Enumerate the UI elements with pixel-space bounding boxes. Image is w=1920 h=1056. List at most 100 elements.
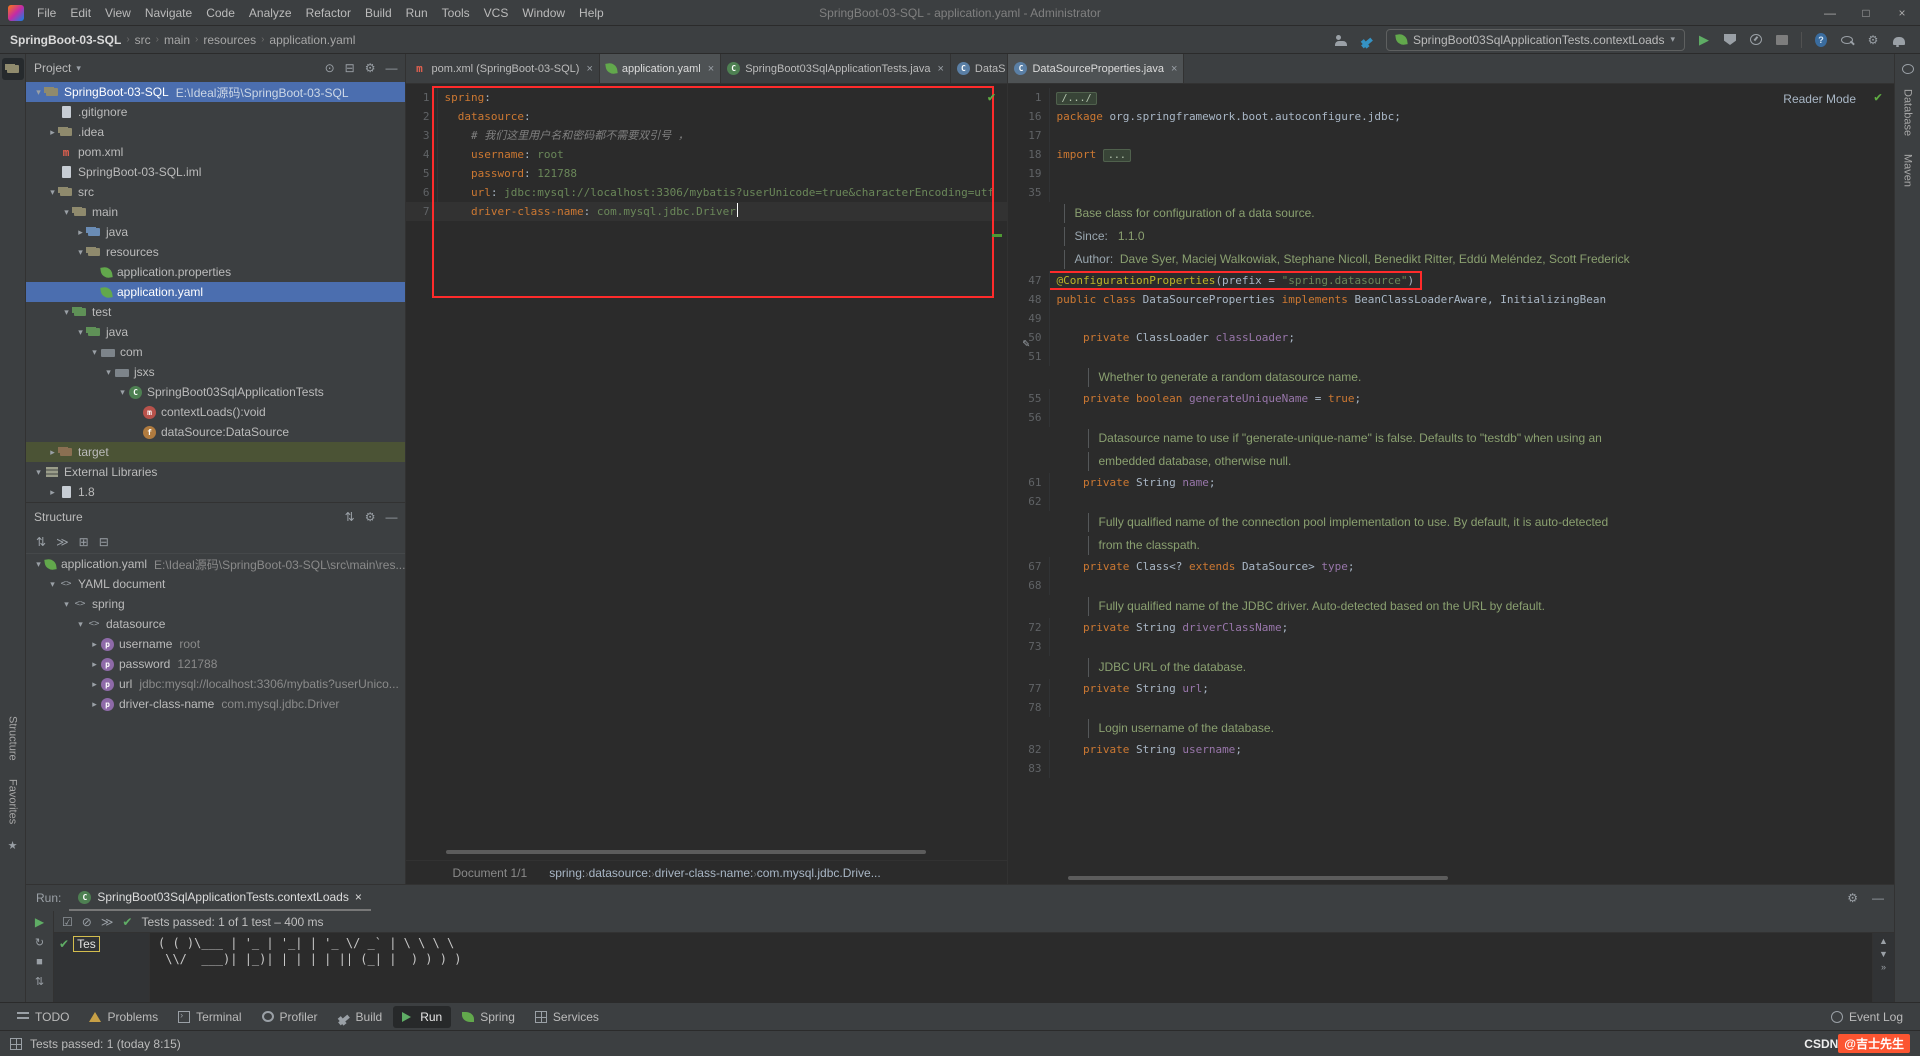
toolwindow-profiler[interactable]: Profiler <box>253 1006 327 1028</box>
database-icon[interactable] <box>1897 58 1919 80</box>
project-tree-item[interactable]: ▾ jsxs <box>26 362 405 382</box>
chevron-right-icon[interactable]: ▸ <box>88 679 101 690</box>
chevron-down-icon[interactable]: ▾ <box>60 307 73 318</box>
project-tree-item[interactable]: ▾ com <box>26 342 405 362</box>
toolwindow-build[interactable]: Build <box>329 1006 392 1028</box>
chevron-down-icon[interactable]: ▾ <box>32 87 45 98</box>
close-tab-icon[interactable]: × <box>355 890 362 904</box>
menu-analyze[interactable]: Analyze <box>242 2 299 24</box>
menu-refactor[interactable]: Refactor <box>299 2 358 24</box>
user-icon[interactable] <box>1330 29 1352 51</box>
test-tree-item[interactable]: ✔ Tes <box>59 936 144 952</box>
notifications-button[interactable] <box>1888 29 1910 51</box>
stripe-button-database[interactable]: Database <box>1902 80 1914 145</box>
toolwindow-terminal[interactable]: Terminal <box>169 1006 250 1028</box>
menu-vcs[interactable]: VCS <box>477 2 516 24</box>
menu-navigate[interactable]: Navigate <box>138 2 199 24</box>
chevron-down-icon[interactable]: ▾ <box>76 63 81 74</box>
structure-tree-item[interactable]: ▾ application.yaml E:\Ideal源码\SpringBoot-0… <box>26 554 405 574</box>
stripe-button-project[interactable] <box>1 58 24 80</box>
chevron-down-icon[interactable]: ▾ <box>74 327 87 338</box>
chevron-down-icon[interactable]: ▾ <box>60 207 73 218</box>
search-everywhere-button[interactable] <box>1836 29 1858 51</box>
stop-icon[interactable]: ■ <box>36 956 43 968</box>
coverage-button[interactable] <box>1719 29 1741 51</box>
rerun-button[interactable]: ▶ <box>35 915 44 929</box>
expand-all-icon[interactable]: ≫ <box>56 535 69 549</box>
project-tree-item[interactable]: ▾ External Libraries <box>26 462 405 482</box>
chevron-down-icon[interactable]: ▾ <box>32 467 45 478</box>
close-tab-icon[interactable]: × <box>937 63 943 75</box>
toolwindow-services[interactable]: Services <box>526 1006 608 1028</box>
collapse-all-icon[interactable]: ⊟ <box>345 61 355 75</box>
project-tree-item[interactable]: SpringBoot-03-SQL.iml <box>26 162 405 182</box>
toolwindow-event-log[interactable]: Event Log <box>1822 1006 1912 1028</box>
structure-tree-item[interactable]: ▸ p password 121788 <box>26 654 405 674</box>
structure-tree-item[interactable]: ▾ <> YAML document <box>26 574 405 594</box>
project-tree-item[interactable]: ▸ java <box>26 222 405 242</box>
chevron-right-icon[interactable]: ▸ <box>46 487 59 498</box>
project-tree-item[interactable]: application.properties <box>26 262 405 282</box>
structure-tree-item[interactable]: ▸ p driver-class-name com.mysql.jdbc.Driver <box>26 694 405 714</box>
stripe-button-structure[interactable]: Structure <box>7 707 19 770</box>
chevron-down-icon[interactable]: ▾ <box>46 187 59 198</box>
editor-tab[interactable]: application.yaml × <box>599 54 722 83</box>
chevron-right-icon[interactable]: ▸ <box>88 659 101 670</box>
more-icon[interactable]: » <box>1881 962 1886 972</box>
breadcrumb-item[interactable]: src <box>135 33 151 47</box>
project-tree-item[interactable]: m pom.xml <box>26 142 405 162</box>
menu-tools[interactable]: Tools <box>435 2 477 24</box>
editor-breadcrumb-item[interactable]: spring: <box>549 866 585 880</box>
breadcrumb-item[interactable]: SpringBoot-03-SQL <box>10 33 121 47</box>
edit-pencil-icon[interactable]: ✎ <box>1022 336 1029 350</box>
inspection-ok-icon[interactable]: ✔ <box>1874 90 1882 105</box>
java-editor[interactable]: Reader Mode ✔ 1/.../16 package org.spring… <box>1008 84 1894 884</box>
show-ignored-icon[interactable]: ⊘ <box>82 915 92 929</box>
favorites-star-icon[interactable]: ★ <box>8 839 18 852</box>
editor-breadcrumb-item[interactable]: com.mysql.jdbc.Drive... <box>757 866 881 880</box>
hide-panel-icon[interactable]: — <box>385 61 397 75</box>
close-button[interactable]: × <box>1884 2 1920 24</box>
sort-icon[interactable]: ⇅ <box>345 510 355 524</box>
project-tree-item[interactable]: ▾ SpringBoot-03-SQL E:\Ideal源码\SpringBoot-… <box>26 82 406 102</box>
chevron-right-icon[interactable]: ▸ <box>46 447 59 458</box>
stop-button[interactable] <box>1771 29 1793 51</box>
menu-window[interactable]: Window <box>515 2 572 24</box>
menu-run[interactable]: Run <box>399 2 435 24</box>
stripe-button-favorites[interactable]: Favorites <box>7 770 19 833</box>
menu-code[interactable]: Code <box>199 2 242 24</box>
editor-tab[interactable]: m pom.xml (SpringBoot-03-SQL) × <box>406 54 600 83</box>
hide-panel-icon[interactable]: — <box>1872 891 1884 905</box>
editor-breadcrumb-item[interactable]: driver-class-name: <box>655 866 754 880</box>
menu-edit[interactable]: Edit <box>63 2 98 24</box>
menu-help[interactable]: Help <box>572 2 611 24</box>
stripe-button-maven[interactable]: Maven <box>1902 145 1914 196</box>
project-tree-item[interactable]: ▸ 1.8 <box>26 482 405 502</box>
chevron-right-icon[interactable]: ▸ <box>46 127 59 138</box>
breadcrumb-item[interactable]: main <box>164 33 190 47</box>
locate-file-icon[interactable]: ⊙ <box>325 61 335 75</box>
project-tree-item[interactable]: ▾ main <box>26 202 405 222</box>
toolwindow-todo[interactable]: TODO <box>8 1006 78 1028</box>
project-tree-item[interactable]: ▾ src <box>26 182 405 202</box>
chevron-right-icon[interactable]: ▸ <box>88 699 101 710</box>
editor-tab[interactable]: CDataS▾ <box>951 54 1008 83</box>
inspection-ok-icon[interactable]: ✔ <box>988 90 996 105</box>
project-tree-item[interactable]: ▸ target <box>26 442 406 462</box>
show-passed-icon[interactable]: ☑ <box>62 915 73 929</box>
editor-tab[interactable]: C DataSourceProperties.java × <box>1008 54 1185 83</box>
settings-button[interactable]: ⚙ <box>1862 29 1884 51</box>
project-tree-item[interactable]: ▾ java <box>26 322 405 342</box>
build-hammer-icon[interactable] <box>1356 29 1378 51</box>
minimize-button[interactable]: — <box>1812 2 1848 24</box>
window-layout-icon[interactable] <box>10 1037 22 1050</box>
run-console[interactable]: ( ( )\___ | '_ | '_| | '_ \/ _` | \ \ \ … <box>150 933 1872 1002</box>
settings-icon[interactable]: ⚙ <box>365 61 376 75</box>
editor-tab[interactable]: C SpringBoot03SqlApplicationTests.java × <box>721 54 951 83</box>
project-tree-item[interactable]: ▾ C SpringBoot03SqlApplicationTests <box>26 382 405 402</box>
settings-icon[interactable]: ⚙ <box>1847 891 1858 905</box>
run-button[interactable]: ▶ <box>1693 29 1715 51</box>
chevron-down-icon[interactable]: ▾ <box>102 367 115 378</box>
group-icon[interactable]: ⊞ <box>79 535 89 549</box>
scroll-down-icon[interactable]: ▼ <box>1879 949 1888 959</box>
